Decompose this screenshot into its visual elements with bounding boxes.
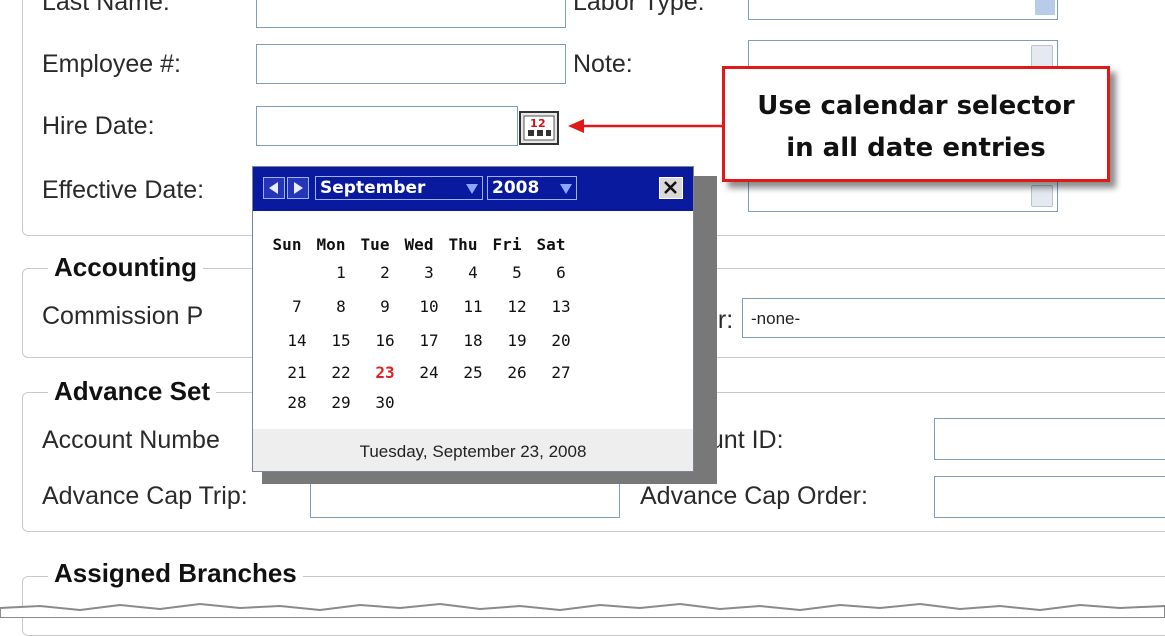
account-id-input[interactable]	[934, 418, 1165, 460]
month-select[interactable]: September	[315, 176, 483, 200]
scroll-up-icon[interactable]	[1031, 45, 1053, 67]
last-name-input[interactable]	[256, 0, 566, 28]
year-select-value: 2008	[492, 178, 540, 198]
hire-date-input[interactable]	[256, 106, 518, 146]
calendar-day-selected[interactable]: 23	[363, 363, 407, 382]
next-month-button[interactable]	[287, 177, 309, 199]
calendar-header: September 2008	[253, 167, 693, 211]
close-icon	[664, 181, 677, 194]
employee-number-label: Employee #:	[42, 50, 181, 78]
chevron-down-icon[interactable]	[1035, 0, 1055, 15]
calendar-popup: September 2008 Sun Mon Tue Wed Thu Fri Sat 1 2 3 4…	[252, 166, 694, 472]
weekday-header: Sat	[536, 235, 566, 254]
calendar-day[interactable]: 11	[451, 297, 495, 316]
calendar-day[interactable]: 9	[363, 297, 407, 316]
weekday-header: Fri	[492, 235, 522, 254]
weekday-header: Tue	[360, 235, 390, 254]
calendar-day[interactable]: 7	[275, 297, 319, 316]
advance-cap-trip-label: Advance Cap Trip:	[42, 482, 248, 510]
calendar-day[interactable]: 29	[319, 393, 363, 412]
calendar-day[interactable]: 6	[539, 263, 583, 282]
calendar-day[interactable]: 14	[275, 331, 319, 350]
calendar-day[interactable]: 24	[407, 363, 451, 382]
calendar-day[interactable]: 15	[319, 331, 363, 350]
selected-date-text: Tuesday, September 23, 2008	[359, 442, 587, 461]
account-number-label: Account Numbe	[42, 426, 220, 454]
calendar-day[interactable]: 10	[407, 297, 451, 316]
calendar-day[interactable]: 20	[539, 331, 583, 350]
scroll-down-icon[interactable]	[1031, 185, 1053, 207]
chevron-down-icon	[560, 184, 572, 194]
year-select[interactable]: 2008	[487, 176, 577, 200]
calendar-day[interactable]: 21	[275, 363, 319, 382]
calendar-day[interactable]: 17	[407, 331, 451, 350]
advance-cap-order-label: Advance Cap Order:	[640, 482, 868, 510]
weekday-header: Sun	[272, 235, 302, 254]
calendar-day[interactable]: 1	[319, 263, 363, 282]
calendar-day[interactable]: 3	[407, 263, 451, 282]
employee-number-input[interactable]	[256, 44, 566, 84]
arrow-left-icon	[269, 182, 278, 194]
effective-date-label: Effective Date:	[42, 176, 205, 204]
calendar-icon[interactable]: 1 2	[518, 110, 562, 146]
vendor-select-value: -none-	[751, 309, 801, 328]
month-select-value: September	[320, 178, 426, 198]
weekday-header: Mon	[316, 235, 346, 254]
branches-legend: Assigned Branches	[48, 558, 303, 589]
advance-cap-order-input[interactable]	[934, 476, 1165, 518]
calendar-footer: Tuesday, September 23, 2008	[253, 429, 693, 471]
calendar-day[interactable]: 4	[451, 263, 495, 282]
close-button[interactable]	[659, 177, 683, 199]
calendar-day[interactable]: 27	[539, 363, 583, 382]
calendar-day[interactable]: 30	[363, 393, 407, 412]
chevron-down-icon	[466, 184, 478, 194]
commission-label: Commission P	[42, 302, 204, 330]
calendar-day[interactable]: 25	[451, 363, 495, 382]
vendor-select[interactable]: -none-	[742, 298, 1165, 338]
labor-type-label: Labor Type:	[573, 0, 705, 16]
annotation-callout: Use calendar selector in all date entrie…	[722, 66, 1110, 182]
weekday-header: Wed	[404, 235, 434, 254]
torn-edge	[0, 602, 1165, 618]
calendar-day[interactable]: 5	[495, 263, 539, 282]
svg-text:2: 2	[538, 117, 546, 130]
prev-month-button[interactable]	[263, 177, 285, 199]
calendar-day[interactable]: 2	[363, 263, 407, 282]
calendar-day[interactable]: 18	[451, 331, 495, 350]
calendar-day[interactable]: 13	[539, 297, 583, 316]
calendar-day[interactable]: 16	[363, 331, 407, 350]
arrow-right-icon	[294, 182, 303, 194]
calendar-day[interactable]: 26	[495, 363, 539, 382]
weekday-header: Thu	[448, 235, 478, 254]
callout-line-1: Use calendar selector	[757, 91, 1075, 121]
svg-text:1: 1	[530, 117, 538, 130]
last-name-label: Last Name:	[42, 0, 170, 16]
calendar-day[interactable]: 8	[319, 297, 363, 316]
calendar-day[interactable]: 19	[495, 331, 539, 350]
callout-line-2: in all date entries	[786, 133, 1046, 163]
calendar-day[interactable]: 28	[275, 393, 319, 412]
advance-legend: Advance Set	[48, 376, 217, 407]
hire-date-label: Hire Date:	[42, 112, 155, 140]
note-label: Note:	[573, 50, 633, 78]
calendar-day[interactable]: 22	[319, 363, 363, 382]
labor-type-select[interactable]	[748, 0, 1058, 20]
callout-arrow	[568, 119, 726, 133]
calendar-day[interactable]: 12	[495, 297, 539, 316]
accounting-legend: Accounting	[48, 252, 203, 283]
